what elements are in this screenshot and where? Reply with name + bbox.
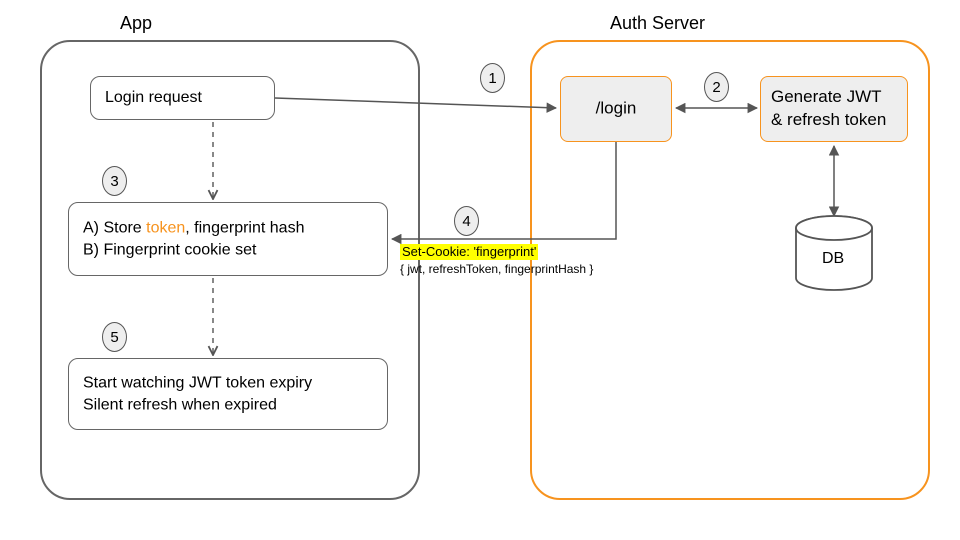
db-label: DB <box>822 250 844 268</box>
arrows-svg <box>0 0 960 540</box>
diagram-stage: App Auth Server Login request A) Store t… <box>0 0 960 540</box>
arrow-1 <box>275 98 556 108</box>
arrow-4 <box>392 142 616 239</box>
